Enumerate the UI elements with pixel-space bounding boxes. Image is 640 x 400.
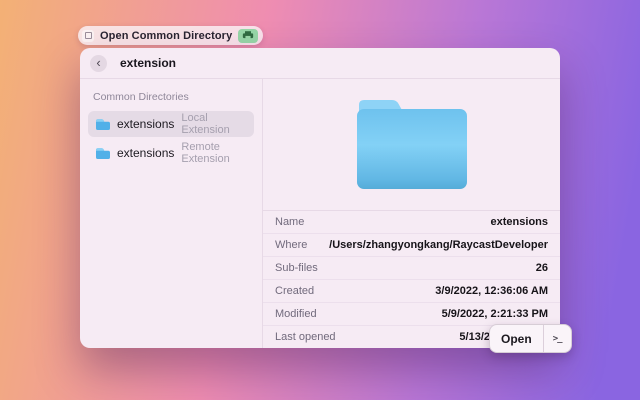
meta-label: Name (275, 216, 304, 228)
meta-value: 5/13/2 (459, 331, 490, 343)
directory-name: extensions (117, 146, 174, 160)
meta-row-where: Where /Users/zhangyongkang/RaycastDevelo… (263, 233, 560, 256)
meta-label: Modified (275, 308, 317, 320)
sidebar-item-local-extension[interactable]: extensions Local Extension (88, 111, 254, 137)
sidebar-item-remote-extension[interactable]: extensions Remote Extension (88, 140, 254, 166)
meta-value: 3/9/2022, 12:36:06 AM (435, 285, 548, 297)
raycast-window: ‹ extension Common Directories extension… (80, 48, 560, 348)
meta-label: Where (275, 239, 307, 251)
directory-name: extensions (117, 117, 174, 131)
directory-type-label: Remote Extension (181, 141, 247, 165)
window-title: extension (120, 56, 176, 70)
open-common-directory-pill[interactable]: Open Common Directory (78, 26, 263, 45)
meta-row-created: Created 3/9/2022, 12:36:06 AM (263, 279, 560, 302)
directory-type-label: Local Extension (181, 112, 247, 136)
folder-preview (263, 79, 560, 210)
archive-green-icon (238, 29, 258, 43)
meta-row-name: Name extensions (263, 211, 560, 233)
terminal-shortcut-icon[interactable]: >_ (544, 325, 571, 352)
meta-label: Sub-files (275, 262, 318, 274)
back-button[interactable]: ‹ (90, 55, 107, 72)
command-icon (82, 30, 94, 42)
detail-panel: Name extensions Where /Users/zhangyongka… (263, 79, 560, 348)
folder-icon (353, 96, 471, 192)
sidebar-section-title: Common Directories (93, 91, 254, 103)
meta-value: 5/9/2022, 2:21:33 PM (442, 308, 548, 320)
desktop-background: Open Common Directory ‹ extension Common… (0, 0, 640, 400)
action-button-group: Open >_ (489, 324, 572, 353)
folder-icon (95, 118, 110, 131)
meta-label: Last opened (275, 331, 336, 343)
open-button[interactable]: Open (490, 325, 543, 352)
meta-row-modified: Modified 5/9/2022, 2:21:33 PM (263, 302, 560, 325)
meta-value: extensions (491, 216, 548, 228)
meta-value: /Users/zhangyongkang/RaycastDeveloper (329, 239, 548, 251)
window-header: ‹ extension (80, 48, 560, 79)
meta-label: Created (275, 285, 314, 297)
pill-label: Open Common Directory (100, 30, 232, 42)
meta-value: 26 (536, 262, 548, 274)
meta-row-subfiles: Sub-files 26 (263, 256, 560, 279)
sidebar: Common Directories extensions Local Exte… (80, 79, 263, 348)
folder-icon (95, 147, 110, 160)
